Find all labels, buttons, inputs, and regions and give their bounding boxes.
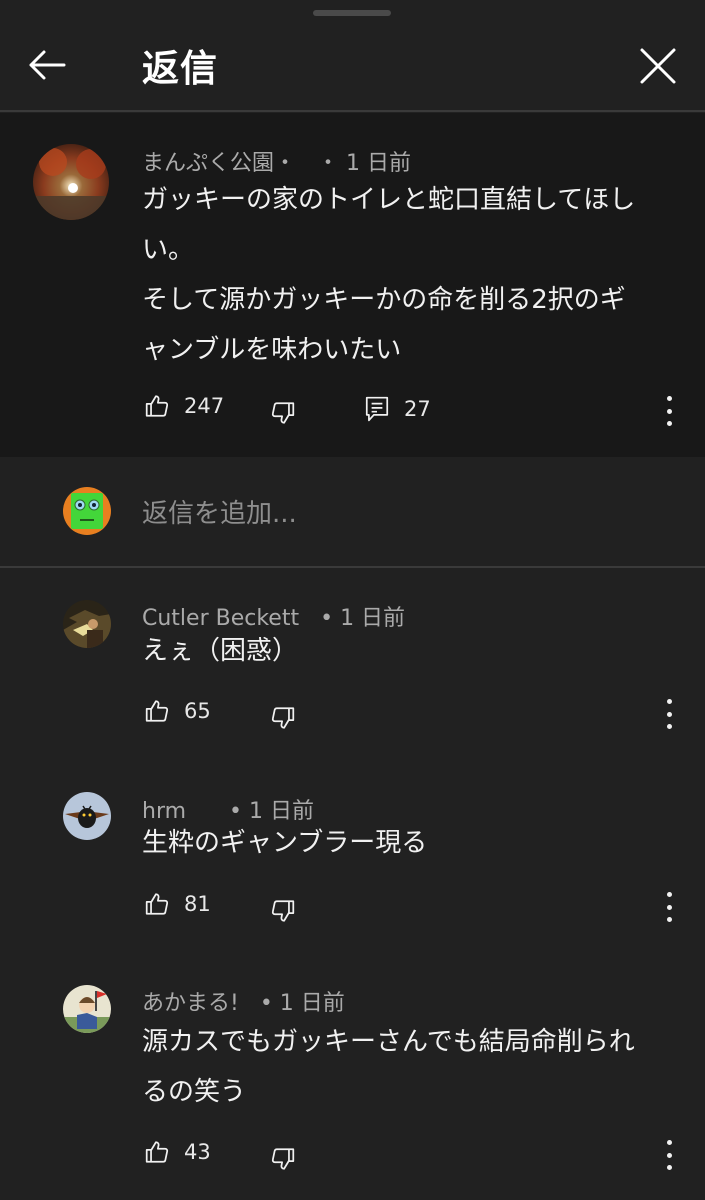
avatar-image — [63, 792, 111, 840]
thumbs-down-icon — [271, 900, 295, 922]
avatar[interactable] — [63, 985, 111, 1033]
like-button[interactable]: 43 — [144, 1139, 211, 1165]
more-options-button[interactable] — [659, 396, 679, 426]
dislike-button[interactable] — [270, 705, 296, 731]
thumbs-down-icon — [271, 1148, 295, 1170]
avatar-image — [33, 144, 109, 220]
avatar-image — [63, 487, 111, 535]
comment-line: 生粋のギャンブラー現る — [142, 828, 428, 858]
comment-text: ガッキーの家のトイレと蛇口直結してほし い。 そして源かガッキーかの命を削る2択… — [142, 175, 635, 375]
arrow-left-icon — [29, 50, 66, 80]
like-button[interactable]: 65 — [144, 698, 211, 724]
comment-line: い。 — [142, 235, 195, 265]
more-vertical-icon — [666, 892, 672, 897]
comment-line: ガッキーの家のトイレと蛇口直結してほし — [142, 185, 636, 215]
more-vertical-icon — [666, 1140, 672, 1145]
thumbs-down-icon — [271, 707, 295, 729]
reply-button[interactable]: 27 — [364, 395, 431, 423]
thumbs-up-icon — [145, 700, 169, 722]
more-options-button[interactable] — [659, 1140, 679, 1170]
thumbs-up-icon — [145, 1141, 169, 1163]
header: 返信 — [0, 0, 705, 111]
like-button[interactable]: 81 — [144, 891, 211, 917]
dislike-button[interactable] — [270, 1146, 296, 1172]
thumbs-up-icon — [145, 893, 169, 915]
like-count: 65 — [184, 699, 211, 723]
page-title: 返信 — [142, 47, 218, 90]
comment-text: えぇ（困惑） — [142, 626, 298, 676]
timestamp: • 1 日前 — [259, 991, 345, 1016]
timestamp: • 1 日前 — [320, 606, 406, 631]
parent-comment: まんぷく公園・ ・ 1 日前 ガッキーの家のトイレと蛇口直結してほし い。 そし… — [0, 113, 705, 457]
avatar-image — [63, 985, 111, 1033]
close-button[interactable] — [636, 44, 680, 88]
comment-text: 源カスでもガッキーさんでも結局命削られ るの笑う — [142, 1017, 635, 1117]
back-button[interactable] — [24, 42, 70, 88]
more-options-button[interactable] — [659, 699, 679, 729]
comment-line: 源カスでもガッキーさんでも結局命削られ — [142, 1027, 635, 1057]
like-button[interactable]: 247 — [144, 393, 224, 419]
author-name[interactable]: まんぷく公園・ — [142, 151, 296, 176]
thumbs-up-icon — [145, 395, 169, 417]
header-divider — [0, 110, 705, 112]
thumbs-down-icon — [271, 402, 295, 424]
author-name[interactable]: あかまる! — [142, 991, 239, 1016]
replies-panel: 返信 まんぷく公園・ ・ 1 日前 ガッキーの家のトイレと蛇口直結してほし い。… — [0, 0, 705, 1200]
like-count: 43 — [184, 1140, 211, 1164]
timestamp: ・ 1 日前 — [317, 151, 411, 176]
comment-text: 生粋のギャンブラー現る — [142, 818, 427, 868]
my-avatar — [63, 487, 111, 535]
avatar[interactable] — [33, 144, 109, 220]
comment-line: えぇ（困惑） — [142, 636, 299, 666]
avatar[interactable] — [63, 792, 111, 840]
avatar[interactable] — [63, 600, 111, 648]
close-icon — [640, 48, 676, 84]
more-options-button[interactable] — [659, 892, 679, 922]
reply-divider — [0, 566, 705, 568]
dislike-button[interactable] — [270, 400, 296, 426]
dislike-button[interactable] — [270, 898, 296, 924]
like-count: 81 — [184, 892, 211, 916]
reply-input[interactable] — [142, 494, 662, 534]
more-vertical-icon — [666, 396, 672, 401]
reply-count: 27 — [404, 397, 431, 421]
comment-line: ャンブルを味わいたい — [142, 335, 402, 365]
more-vertical-icon — [666, 699, 672, 704]
comment-line: るの笑う — [142, 1077, 247, 1107]
like-count: 247 — [184, 394, 225, 418]
comment-line: そして源かガッキーかの命を削る2択のギ — [142, 285, 626, 315]
avatar-image — [63, 600, 111, 648]
comment-icon — [365, 396, 389, 422]
